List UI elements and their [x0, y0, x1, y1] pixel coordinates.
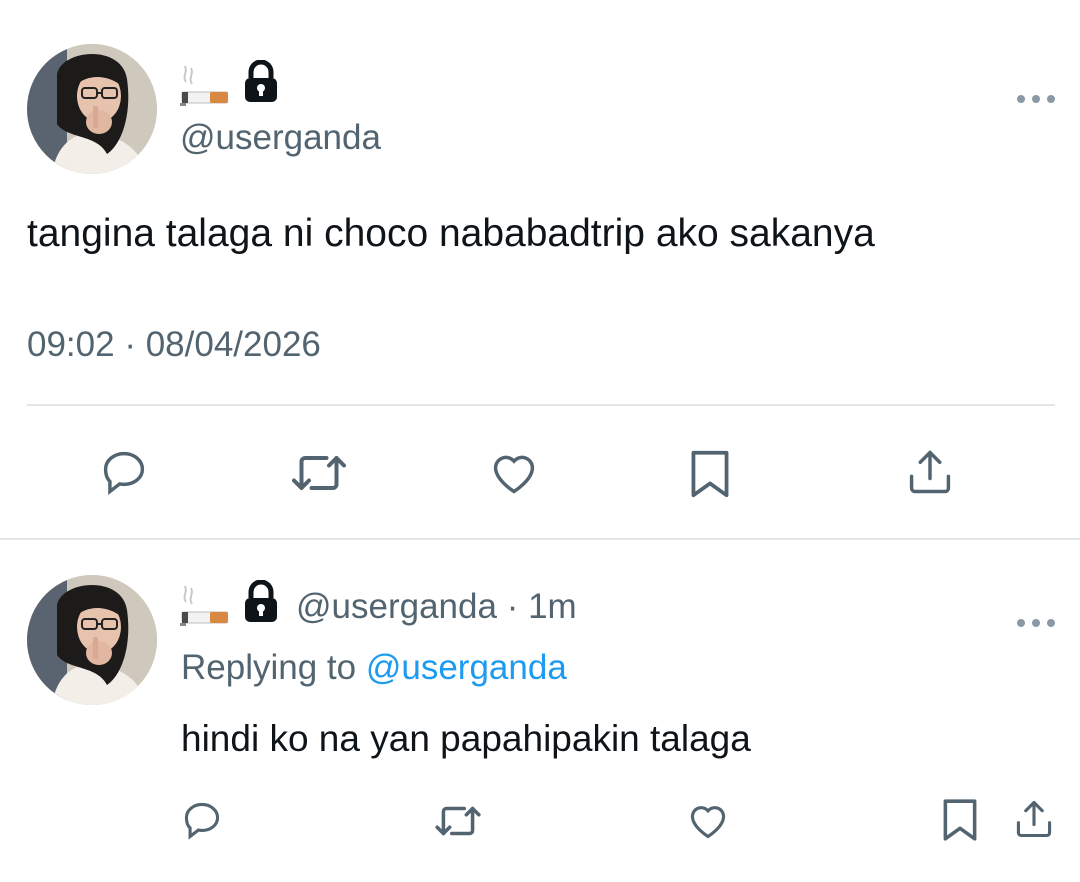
replying-to-link[interactable]: @userganda: [366, 648, 567, 687]
cigarette-emoji-icon: [180, 584, 229, 633]
divider: [27, 404, 1055, 406]
bookmark-icon[interactable]: [939, 797, 981, 843]
reply-icon[interactable]: [180, 798, 224, 842]
section-divider: [0, 538, 1080, 540]
reply-text: hindi ko na yan papahipakin talaga: [181, 718, 751, 759]
reply-meta: @userganda · 1m: [296, 587, 577, 627]
reply-avatar[interactable]: [27, 575, 157, 705]
more-options-icon[interactable]: [1016, 600, 1056, 634]
lock-icon: [242, 60, 280, 104]
tweet-timestamp: 09:02 · 08/04/2026: [27, 325, 321, 365]
retweet-icon[interactable]: [289, 448, 349, 498]
like-icon[interactable]: [488, 447, 540, 497]
lock-icon: [242, 580, 280, 624]
replying-to-label: Replying to: [181, 648, 357, 687]
like-icon[interactable]: [686, 799, 730, 841]
timestamp-separator: ·: [124, 325, 136, 364]
handle[interactable]: @userganda: [180, 118, 381, 158]
avatar[interactable]: [27, 44, 157, 174]
share-icon[interactable]: [904, 446, 956, 498]
cigarette-emoji-icon: [180, 64, 229, 113]
retweet-icon[interactable]: [433, 800, 483, 842]
tweet-time: 09:02: [27, 325, 115, 364]
tweet-text: tangina talaga ni choco nababadtrip ako …: [27, 212, 875, 255]
meta-separator: ·: [506, 587, 519, 626]
tweet-date: 08/04/2026: [145, 325, 321, 364]
more-options-icon[interactable]: [1016, 76, 1056, 110]
reply-handle[interactable]: @userganda: [296, 587, 497, 626]
reply-icon[interactable]: [98, 446, 150, 498]
bookmark-icon[interactable]: [686, 448, 734, 500]
share-icon[interactable]: [1012, 797, 1056, 841]
replying-to-line: Replying to @userganda: [181, 648, 567, 688]
reply-age: 1m: [528, 587, 577, 626]
